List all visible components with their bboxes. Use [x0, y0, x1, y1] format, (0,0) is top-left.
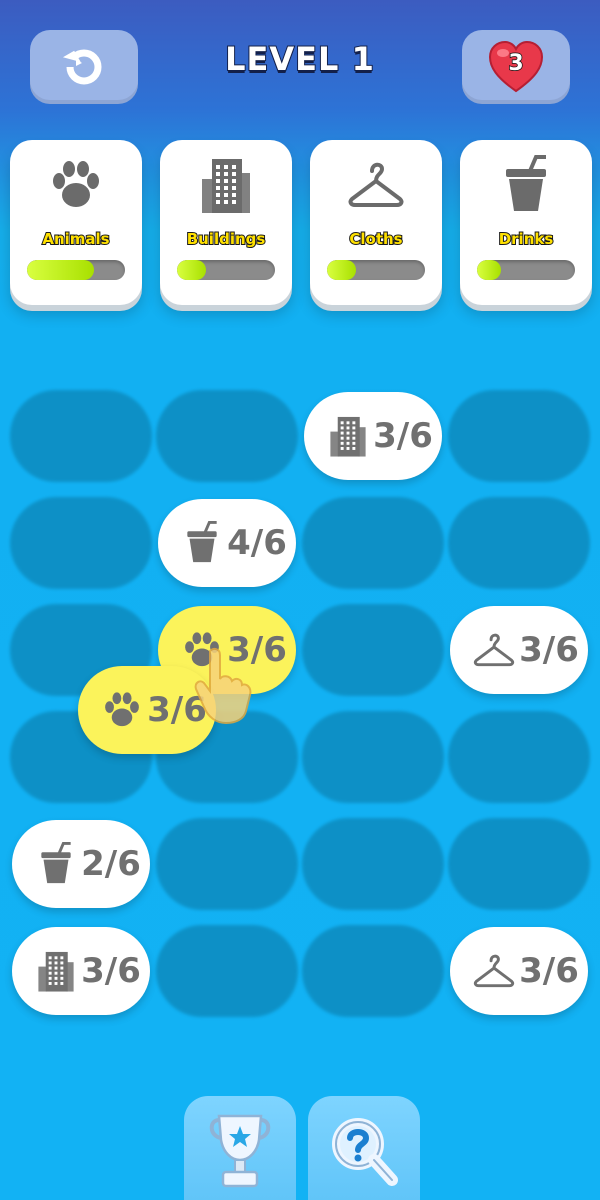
level-title: LEVEL 1 [224, 39, 375, 79]
card-stack-tile[interactable]: 3/6 [12, 927, 150, 1015]
tile-icon [100, 688, 144, 732]
category-progress-bar [27, 260, 125, 280]
tile-count: 3/6 [519, 630, 579, 670]
building-icon [202, 159, 250, 213]
tile-count: 3/6 [81, 951, 141, 991]
category-label: Cloths [348, 229, 403, 249]
empty-slot[interactable] [302, 497, 444, 589]
empty-slot[interactable] [448, 497, 590, 589]
empty-slot[interactable] [302, 604, 444, 696]
tile-icon [326, 414, 370, 458]
trophy-button[interactable] [184, 1096, 296, 1200]
category-icon [496, 154, 556, 216]
category-label: Buildings [186, 229, 267, 249]
cup-icon [506, 155, 546, 211]
empty-slot[interactable] [156, 818, 298, 910]
empty-slot[interactable] [10, 497, 152, 589]
restart-icon [62, 49, 102, 85]
category-icon [196, 154, 256, 216]
category-card-animals: Animals [10, 140, 142, 305]
hanger-icon [473, 954, 515, 988]
building-icon [330, 416, 366, 457]
category-label: Animals [41, 229, 110, 249]
paw-icon [53, 161, 99, 207]
paw-icon [105, 692, 139, 727]
lives-count: 3 [508, 50, 525, 77]
category-icon [46, 154, 106, 216]
search-hint-button[interactable] [308, 1096, 420, 1200]
tile-icon [34, 949, 78, 993]
category-card-drinks: Drinks [460, 140, 592, 305]
card-stack-tile[interactable]: 3/6 [450, 606, 588, 694]
empty-slot[interactable] [448, 390, 590, 482]
empty-slot[interactable] [156, 390, 298, 482]
tile-icon [34, 842, 78, 886]
lives-button[interactable]: 3 [462, 30, 570, 104]
empty-slot[interactable] [302, 818, 444, 910]
search-hint-icon [332, 1118, 398, 1186]
cup-icon [41, 842, 71, 884]
tile-count: 4/6 [227, 523, 287, 563]
tile-icon [472, 628, 516, 672]
empty-slot[interactable] [302, 711, 444, 803]
card-stack-tile[interactable]: 4/6 [158, 499, 296, 587]
category-progress-fill [477, 260, 501, 280]
tile-count: 3/6 [519, 951, 579, 991]
category-label: Drinks [498, 229, 555, 249]
empty-slot[interactable] [302, 925, 444, 1017]
empty-slot[interactable] [156, 925, 298, 1017]
category-progress-bar [477, 260, 575, 280]
trophy-icon [209, 1114, 271, 1188]
category-progress-bar [177, 260, 275, 280]
card-stack-tile[interactable]: 2/6 [12, 820, 150, 908]
hanger-icon [473, 633, 515, 667]
category-progress-bar [327, 260, 425, 280]
category-progress-fill [327, 260, 357, 280]
tile-count: 3/6 [373, 416, 433, 456]
lives-indicator: 3 [486, 39, 546, 95]
category-card-cloths: Cloths [310, 140, 442, 305]
cup-icon [187, 521, 217, 563]
tile-icon [180, 521, 224, 565]
tile-icon [472, 949, 516, 993]
card-stack-tile[interactable]: 3/6 [450, 927, 588, 1015]
empty-slot[interactable] [10, 390, 152, 482]
category-icon [346, 154, 406, 216]
game-screen: LEVEL 1 3 Animals Buildings Cloths Drink… [0, 0, 600, 1200]
tile-count: 2/6 [81, 844, 141, 884]
card-stack-tile[interactable]: 3/6 [304, 392, 442, 480]
empty-slot[interactable] [448, 711, 590, 803]
hanger-icon [348, 162, 404, 207]
building-icon [38, 951, 74, 992]
category-progress-fill [177, 260, 207, 280]
category-progress-fill [27, 260, 94, 280]
category-card-buildings: Buildings [160, 140, 292, 305]
empty-slot[interactable] [448, 818, 590, 910]
pointer-hand-icon [194, 647, 252, 725]
restart-button[interactable] [30, 30, 138, 104]
